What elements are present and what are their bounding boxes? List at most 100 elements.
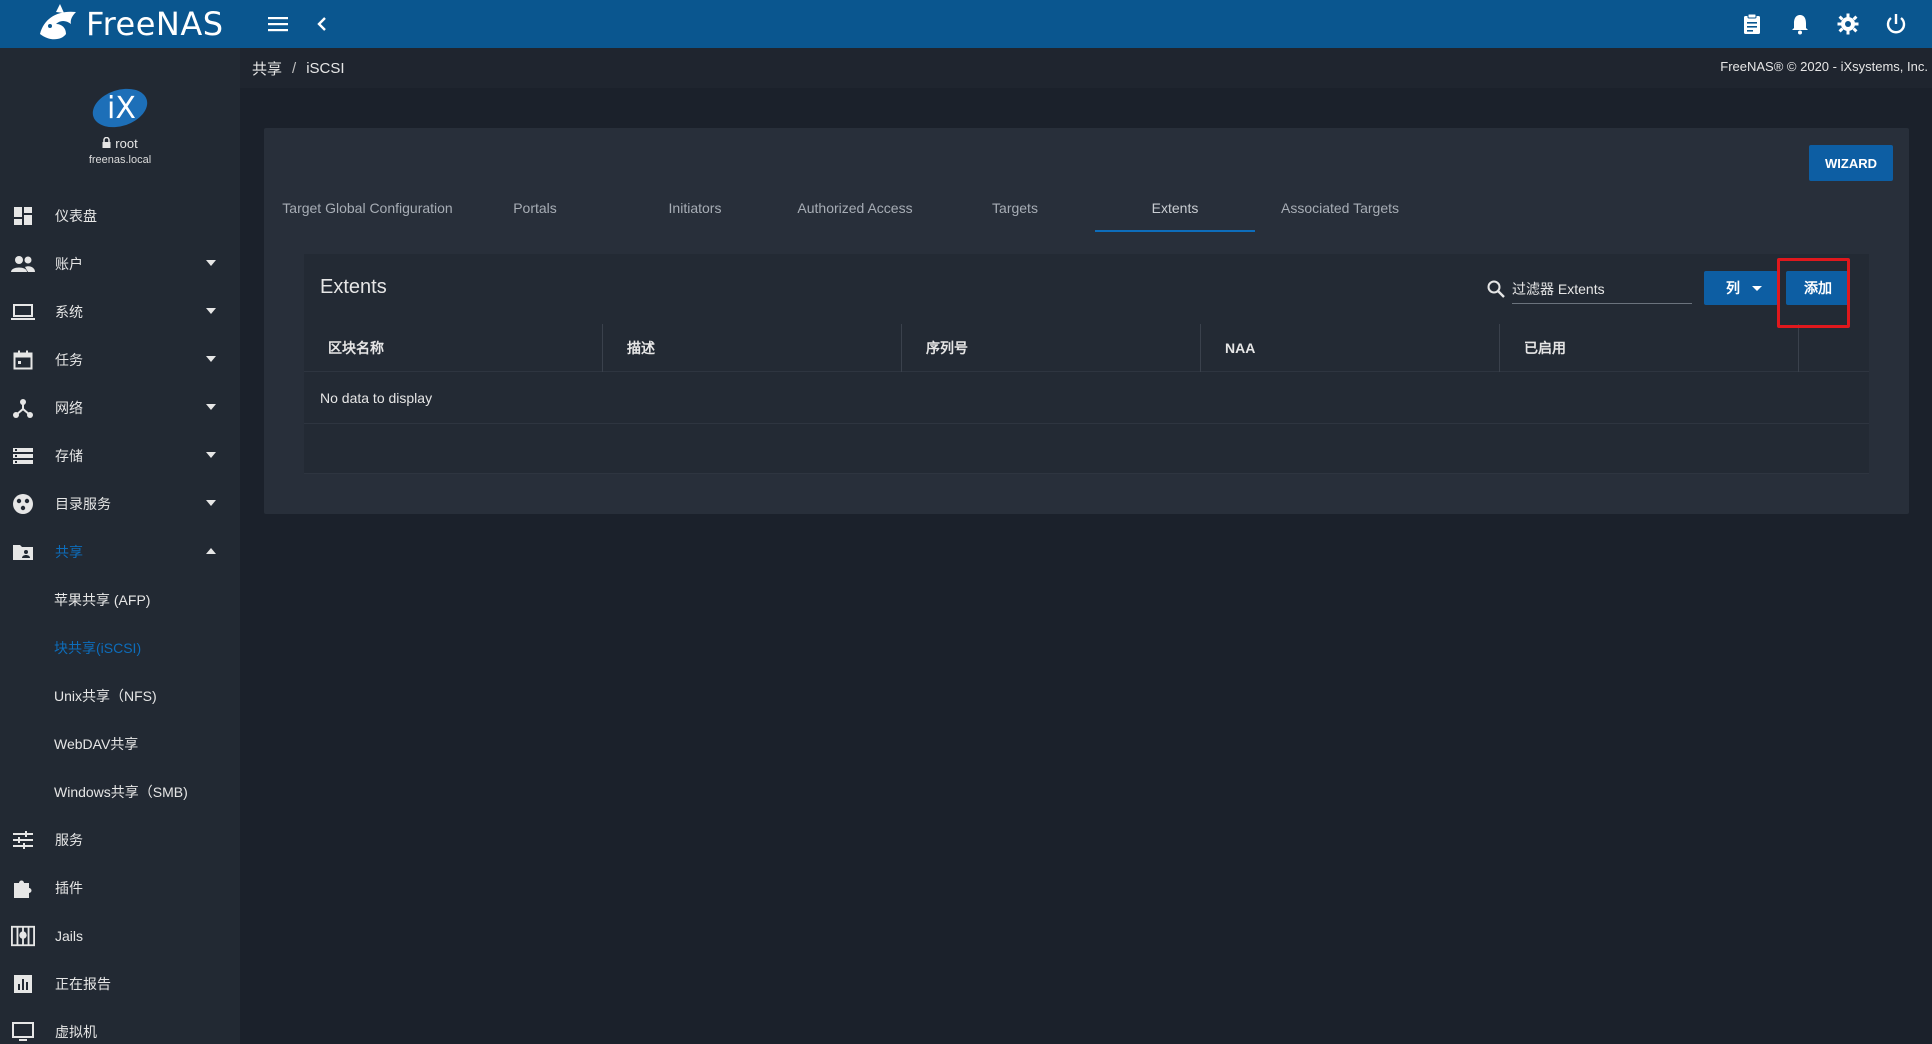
sidebar: iX root freenas.local 仪表盘 账户 系统 任务 网络 存储… — [0, 48, 240, 1044]
tab-initiators[interactable]: Initiators — [615, 184, 775, 232]
svg-text:iX: iX — [107, 91, 136, 126]
table-header-bar: Extents 列 添加 — [304, 254, 1869, 328]
network-icon — [11, 396, 35, 420]
column-header-naa[interactable]: NAA — [1201, 324, 1500, 372]
user-name-label: root — [115, 136, 138, 151]
add-button[interactable]: 添加 — [1786, 271, 1850, 305]
sidebar-item-label: 存储 — [55, 448, 83, 464]
users-icon — [11, 252, 35, 276]
clipboard-icon[interactable] — [1734, 6, 1770, 42]
caret-down-icon — [206, 260, 216, 266]
table-footer — [304, 424, 1869, 474]
sidebar-subitem-smb[interactable]: Windows共享（SMB) — [0, 768, 240, 816]
user-block: iX root freenas.local — [0, 48, 240, 192]
sidebar-item-label: 仪表盘 — [55, 208, 97, 224]
sidebar-item-label: 账户 — [55, 256, 83, 272]
filter-input[interactable] — [1512, 274, 1692, 304]
sidebar-item-label: 共享 — [55, 544, 83, 560]
sidebar-item-reporting[interactable]: 正在报告 — [0, 960, 240, 1008]
sidebar-item-network[interactable]: 网络 — [0, 384, 240, 432]
column-header-description[interactable]: 描述 — [603, 324, 902, 372]
sidebar-item-system[interactable]: 系统 — [0, 288, 240, 336]
tab-bar: Target Global Configuration Portals Init… — [280, 184, 1425, 232]
sidebar-item-label: 任务 — [55, 352, 83, 368]
caret-down-icon — [206, 308, 216, 314]
caret-down-icon — [206, 500, 216, 506]
sidebar-item-dashboard[interactable]: 仪表盘 — [0, 192, 240, 240]
vm-icon — [11, 1020, 35, 1044]
tab-portals[interactable]: Portals — [455, 184, 615, 232]
sidebar-item-directory-services[interactable]: 目录服务 — [0, 480, 240, 528]
sidebar-item-storage[interactable]: 存储 — [0, 432, 240, 480]
column-header-serial[interactable]: 序列号 — [902, 324, 1201, 372]
top-bar: FreeNAS — [0, 0, 1932, 48]
power-icon[interactable] — [1878, 6, 1914, 42]
tab-associated-targets[interactable]: Associated Targets — [1255, 184, 1425, 232]
sliders-icon — [11, 828, 35, 852]
empty-message: No data to display — [304, 372, 1869, 424]
bell-icon[interactable] — [1782, 6, 1818, 42]
sidebar-item-tasks[interactable]: 任务 — [0, 336, 240, 384]
sidebar-item-label: Jails — [55, 928, 84, 944]
jail-icon — [11, 924, 35, 948]
tab-targets[interactable]: Targets — [935, 184, 1095, 232]
sidebar-item-sharing[interactable]: 共享 — [0, 528, 240, 576]
sidebar-item-services[interactable]: 服务 — [0, 816, 240, 864]
tab-authorized-access[interactable]: Authorized Access — [775, 184, 935, 232]
breadcrumb-item-sharing[interactable]: 共享 — [252, 58, 282, 79]
brand[interactable]: FreeNAS — [0, 0, 240, 48]
search-icon — [1486, 277, 1506, 301]
sidebar-item-accounts[interactable]: 账户 — [0, 240, 240, 288]
copyright: FreeNAS® © 2020 - iXsystems, Inc. — [1720, 59, 1928, 74]
directory-icon — [11, 492, 35, 516]
caret-down-icon — [206, 452, 216, 458]
sidebar-item-label: 正在报告 — [55, 976, 111, 992]
calendar-icon — [11, 348, 35, 372]
column-header-extent-name[interactable]: 区块名称 — [304, 324, 603, 372]
user-host: freenas.local — [88, 154, 152, 166]
puzzle-icon — [11, 876, 35, 900]
wizard-button[interactable]: WIZARD — [1809, 145, 1893, 181]
sidebar-subitem-afp[interactable]: 苹果共享 (AFP) — [0, 576, 240, 624]
sidebar-item-label: 插件 — [55, 880, 83, 896]
lock-icon — [102, 136, 111, 151]
sidebar-item-label: 系统 — [55, 304, 83, 320]
sidebar-item-label: 目录服务 — [55, 496, 111, 512]
tab-extents[interactable]: Extents — [1095, 184, 1255, 232]
sidebar-item-jails[interactable]: Jails — [0, 912, 240, 960]
columns-button[interactable]: 列 — [1704, 271, 1778, 305]
filter-field — [1486, 272, 1692, 306]
laptop-icon — [11, 300, 35, 324]
brand-name: FreeNAS — [86, 5, 224, 43]
user-name: root — [102, 136, 138, 151]
sidebar-subitem-webdav[interactable]: WebDAV共享 — [0, 720, 240, 768]
sidebar-subitem-nfs[interactable]: Unix共享（NFS) — [0, 672, 240, 720]
dashboard-icon — [11, 204, 35, 228]
breadcrumb-item-iscsi: iSCSI — [306, 59, 345, 77]
caret-down-icon — [206, 356, 216, 362]
breadcrumb: 共享 / iSCSI FreeNAS® © 2020 - iXsystems, … — [240, 48, 1932, 88]
tab-target-global-configuration[interactable]: Target Global Configuration — [280, 184, 455, 232]
gear-icon[interactable] — [1830, 6, 1866, 42]
storage-icon — [11, 444, 35, 468]
sidebar-item-label: 网络 — [55, 400, 83, 416]
sidebar-item-vm[interactable]: 虚拟机 — [0, 1008, 240, 1044]
report-icon — [11, 972, 35, 996]
columns-button-label: 列 — [1726, 280, 1740, 296]
table-header-row: 区块名称 描述 序列号 NAA 已启用 — [304, 324, 1869, 372]
sidebar-item-plugins[interactable]: 插件 — [0, 864, 240, 912]
sidebar-subitem-iscsi[interactable]: 块共享(iSCSI) — [0, 624, 240, 672]
chevron-left-icon[interactable] — [304, 6, 340, 42]
column-header-enabled[interactable]: 已启用 — [1500, 324, 1799, 372]
sidebar-item-label: 服务 — [55, 832, 83, 848]
table-title: Extents — [320, 276, 387, 298]
caret-up-icon — [206, 548, 216, 554]
freenas-shark-logo-icon — [34, 4, 84, 44]
folder-share-icon — [11, 540, 35, 564]
menu-icon[interactable] — [260, 6, 296, 42]
ix-logo-icon: iX — [90, 84, 150, 130]
extents-table-card: Extents 列 添加 区块名称 描述 序列号 NAA 已启用 No data… — [304, 254, 1869, 474]
breadcrumb-separator: / — [292, 59, 297, 77]
caret-down-icon — [1752, 286, 1762, 291]
caret-down-icon — [206, 404, 216, 410]
